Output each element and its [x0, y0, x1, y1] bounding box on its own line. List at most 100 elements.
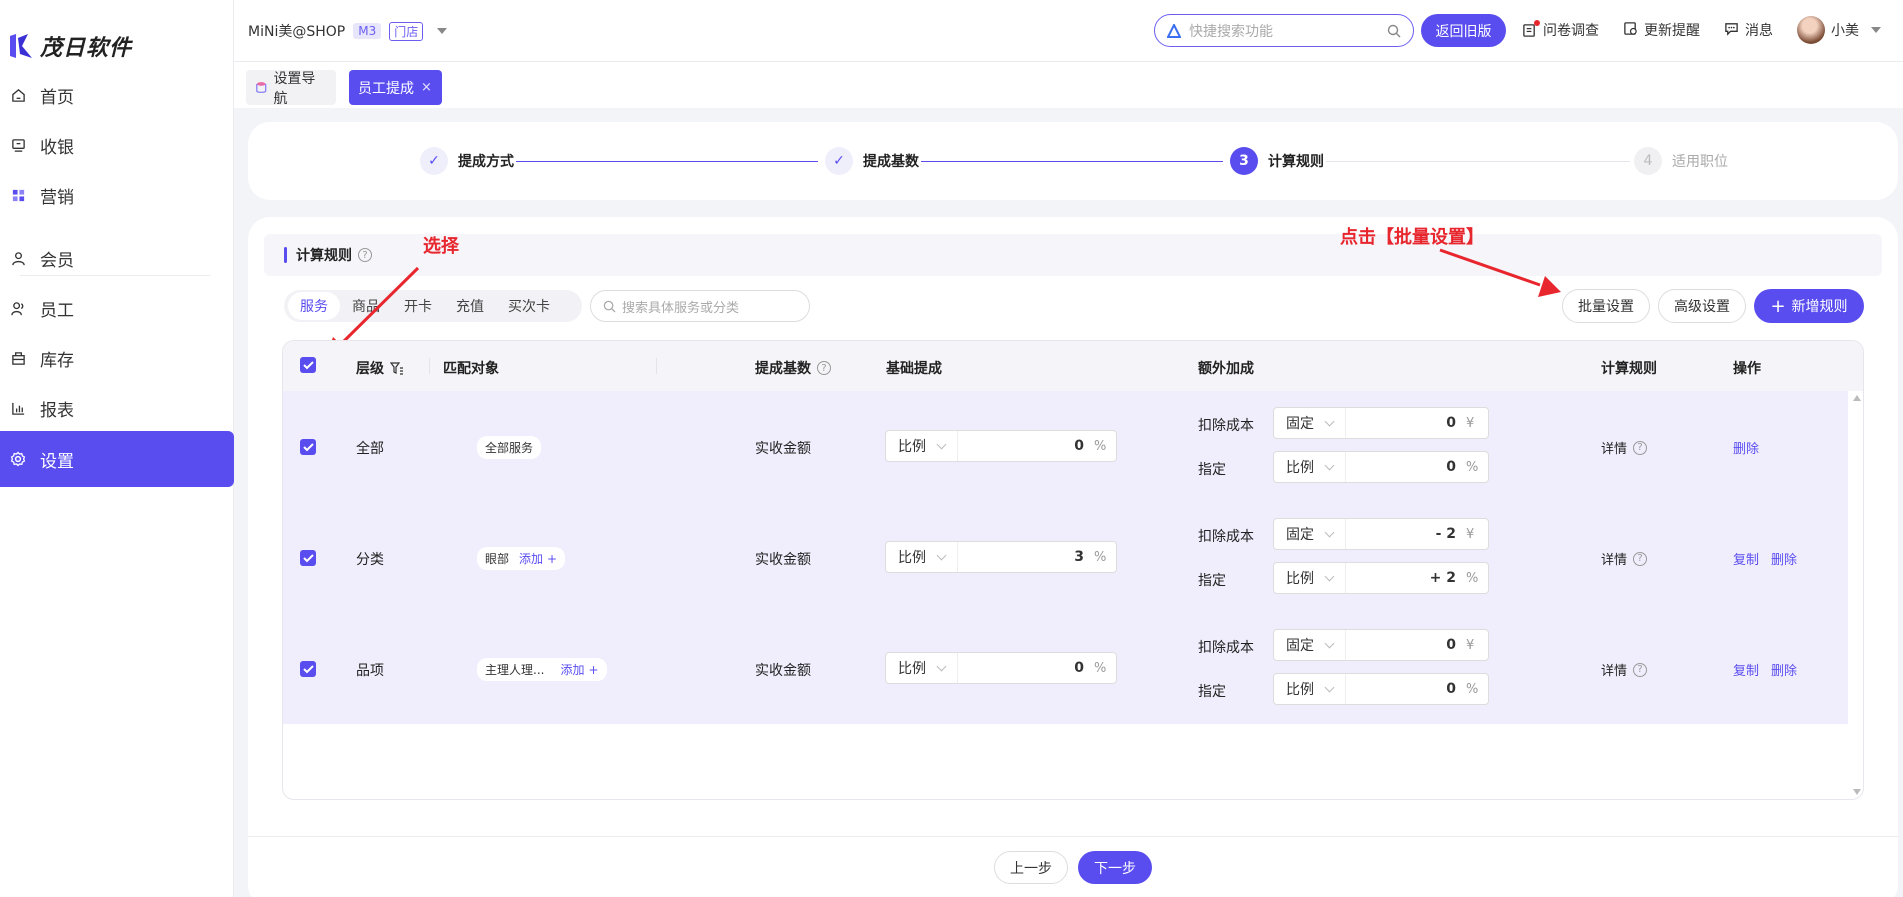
back-to-old-version-button[interactable]: 返回旧版: [1421, 14, 1506, 47]
extra-label: 指定: [1198, 684, 1226, 700]
plus-icon[interactable]: +: [588, 663, 598, 677]
plus-icon[interactable]: +: [547, 552, 557, 566]
row-checkbox[interactable]: [300, 550, 316, 566]
sidebar-item-home[interactable]: 首页: [0, 67, 234, 123]
rule-details-link[interactable]: 详情?: [1601, 438, 1648, 457]
type-select[interactable]: 比例: [1274, 563, 1346, 593]
add-target-link[interactable]: 添加: [560, 661, 584, 678]
sidebar-item-settings[interactable]: 设置: [0, 431, 234, 487]
rule-details-link[interactable]: 详情?: [1601, 549, 1648, 568]
close-icon[interactable]: ×: [421, 80, 432, 95]
brand-triangle-icon: [1167, 23, 1181, 38]
survey-button[interactable]: 问卷调查: [1522, 19, 1599, 40]
add-rule-button[interactable]: + 新增规则: [1754, 289, 1864, 323]
chevron-down-icon: [1324, 571, 1335, 582]
type-select[interactable]: 比例: [886, 431, 958, 461]
service-search-input[interactable]: 搜索具体服务或分类: [590, 290, 810, 322]
copy-link[interactable]: 复制: [1733, 660, 1759, 679]
extra-cost-field[interactable]: 固定 - 2 ¥: [1273, 518, 1489, 550]
next-step-button[interactable]: 下一步: [1078, 851, 1152, 884]
messages-button[interactable]: 消息: [1724, 20, 1773, 40]
quick-search-input[interactable]: 快捷搜索功能: [1154, 14, 1414, 47]
basic-commission-field[interactable]: 比例 0 %: [885, 430, 1117, 462]
page-tabs: 设置导航 员工提成 ×: [234, 62, 1903, 108]
type-select[interactable]: 比例: [1274, 674, 1346, 704]
chevron-down-icon[interactable]: [437, 28, 448, 34]
unit-label: %: [1094, 660, 1107, 676]
help-icon[interactable]: ?: [817, 361, 831, 375]
basic-commission-field[interactable]: 比例 3 %: [885, 541, 1117, 573]
rule-details-label: 详情: [1601, 442, 1628, 457]
search-icon[interactable]: [1387, 24, 1401, 38]
type-select[interactable]: 比例: [886, 542, 958, 572]
segment-service[interactable]: 服务: [288, 292, 340, 320]
delete-link[interactable]: 删除: [1771, 660, 1797, 679]
select-all-checkbox[interactable]: [300, 357, 316, 373]
basic-commission-field[interactable]: 比例 0 %: [885, 652, 1117, 684]
extra-cost-field[interactable]: 固定 0 ¥: [1273, 407, 1489, 439]
filter-icon[interactable]: [390, 361, 404, 375]
type-select[interactable]: 比例: [1274, 452, 1346, 482]
extra-specified-field[interactable]: 比例 0 %: [1273, 451, 1489, 483]
sidebar-item-marketing[interactable]: 营销: [0, 167, 234, 223]
delete-link[interactable]: 删除: [1733, 438, 1759, 457]
user-menu[interactable]: 小美: [1797, 16, 1881, 44]
footer-divider: [248, 836, 1898, 837]
segment-card[interactable]: 开卡: [392, 292, 444, 320]
value-input[interactable]: 3: [958, 549, 1094, 565]
cashier-icon: [10, 137, 26, 153]
segment-product[interactable]: 商品: [340, 292, 392, 320]
sidebar-item-staff[interactable]: 员工: [0, 280, 234, 336]
top-bar: MiNi美@SHOP M3 门店 快捷搜索功能 返回旧版 问卷调查 更新提醒 消…: [234, 0, 1903, 62]
store-badge: 门店: [389, 21, 424, 41]
annotation-select: 选择: [423, 236, 459, 257]
value-input[interactable]: 0: [1346, 415, 1466, 431]
table-row: 分类 眼部 添加 + 实收金额 比例 3 % 扣除成本 固定 - 2 ¥ 指定 …: [283, 502, 1848, 613]
row-checkbox[interactable]: [300, 439, 316, 455]
type-select[interactable]: 固定: [1274, 630, 1346, 660]
chevron-down-icon: [936, 439, 947, 450]
sidebar-item-inventory[interactable]: 库存: [0, 330, 234, 386]
value-input[interactable]: 0: [1346, 637, 1466, 653]
sidebar-item-report[interactable]: 报表: [0, 380, 234, 436]
database-icon: [256, 82, 267, 94]
value-input[interactable]: - 2: [1346, 526, 1466, 542]
add-target-link[interactable]: 添加: [519, 550, 543, 567]
advanced-settings-button[interactable]: 高级设置: [1658, 289, 1746, 323]
sidebar-item-label: 设置: [40, 451, 74, 472]
value-input[interactable]: 0: [958, 438, 1094, 454]
sidebar-item-member[interactable]: 会员: [0, 230, 234, 286]
value-input[interactable]: 0: [1346, 681, 1466, 697]
tab-label: 员工提成: [358, 80, 414, 97]
help-icon[interactable]: ?: [358, 248, 372, 262]
extra-cost-field[interactable]: 固定 0 ¥: [1273, 629, 1489, 661]
tab-settings-nav[interactable]: 设置导航: [246, 70, 336, 107]
value-input[interactable]: 0: [1346, 459, 1466, 475]
sidebar: 茂日软件 首页 收银 营销 会员 员工 库存 报表 设置: [0, 0, 234, 897]
extra-label: 扣除成本: [1198, 640, 1254, 656]
value-input[interactable]: + 2: [1346, 570, 1466, 586]
app-logo[interactable]: 茂日软件: [8, 30, 132, 62]
shop-switcher[interactable]: MiNi美@SHOP M3 门店: [248, 21, 448, 41]
header-target: 匹配对象: [443, 361, 499, 377]
sidebar-item-cashier[interactable]: 收银: [0, 117, 234, 173]
type-select[interactable]: 比例: [886, 653, 958, 683]
extra-specified-field[interactable]: 比例 0 %: [1273, 673, 1489, 705]
delete-link[interactable]: 删除: [1771, 549, 1797, 568]
batch-settings-button[interactable]: 批量设置: [1562, 289, 1650, 323]
tab-staff-commission[interactable]: 员工提成 ×: [349, 70, 442, 105]
update-reminder-button[interactable]: 更新提醒: [1623, 20, 1700, 40]
rule-details-link[interactable]: 详情?: [1601, 660, 1648, 679]
vertical-scrollbar[interactable]: [1850, 391, 1864, 800]
type-select[interactable]: 固定: [1274, 408, 1346, 438]
row-checkbox[interactable]: [300, 661, 316, 677]
segment-times-card[interactable]: 买次卡: [496, 292, 562, 320]
value-input[interactable]: 0: [958, 660, 1094, 676]
extra-specified-field[interactable]: 比例 + 2 %: [1273, 562, 1489, 594]
search-icon: [603, 300, 616, 313]
type-select[interactable]: 固定: [1274, 519, 1346, 549]
prev-step-button[interactable]: 上一步: [994, 851, 1068, 884]
copy-link[interactable]: 复制: [1733, 549, 1759, 568]
target-label: 眼部: [485, 552, 510, 566]
segment-recharge[interactable]: 充值: [444, 292, 496, 320]
